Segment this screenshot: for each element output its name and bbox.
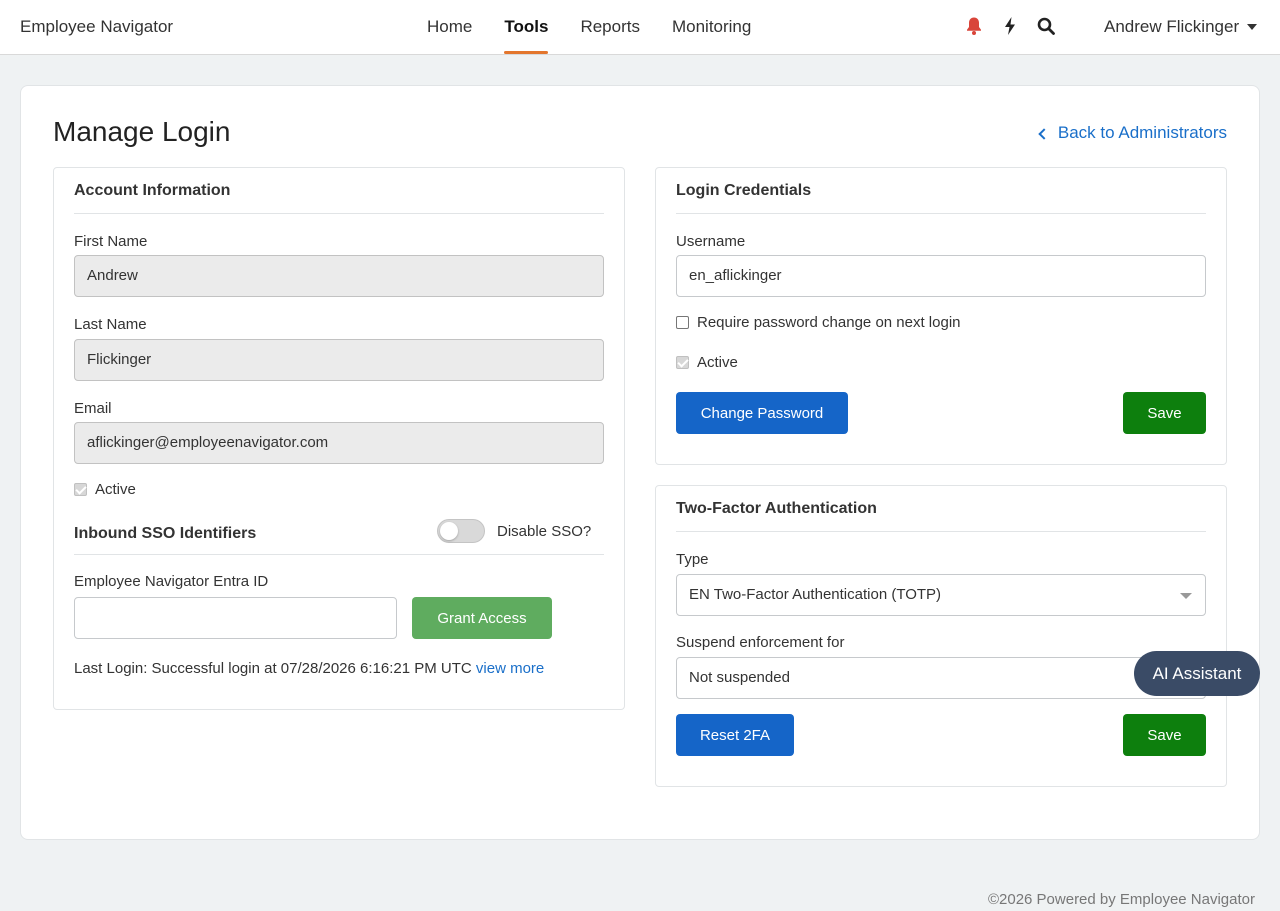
grant-access-button[interactable]: Grant Access (412, 597, 552, 639)
top-navbar: Employee Navigator Home Tools Reports Mo… (0, 0, 1280, 55)
chevron-down-icon (1180, 593, 1192, 599)
two-factor-type-select[interactable]: EN Two-Factor Authentication (TOTP) (676, 574, 1206, 616)
first-name-label: First Name (74, 233, 148, 250)
view-more-link[interactable]: view more (476, 660, 544, 677)
require-password-change-checkbox[interactable]: Require password change on next login (676, 314, 961, 331)
divider (74, 554, 604, 555)
divider (676, 213, 1206, 214)
bell-icon[interactable] (964, 15, 984, 37)
username-label: Username (676, 233, 746, 250)
active-label: Active (697, 354, 738, 371)
email-field[interactable]: aflickinger@employeenavigator.com (74, 422, 604, 464)
require-password-change-label: Require password change on next login (697, 314, 961, 331)
panel-title: Account Information (74, 182, 231, 199)
nav-reports[interactable]: Reports (580, 0, 640, 55)
checkbox-box (676, 316, 689, 329)
checkbox-box (74, 483, 87, 496)
save-credentials-button[interactable]: Save (1123, 392, 1206, 434)
chevron-left-icon (1038, 127, 1050, 140)
email-label: Email (74, 400, 112, 417)
disable-sso-label: Disable SSO? (497, 523, 592, 540)
two-factor-panel: Two-Factor Authentication Type EN Two-Fa… (655, 485, 1227, 787)
reset-2fa-button[interactable]: Reset 2FA (676, 714, 794, 756)
last-login-info: Last Login: Successful login at 07/28/20… (74, 660, 544, 677)
entra-id-input[interactable] (74, 597, 397, 639)
type-label: Type (676, 551, 709, 568)
user-name: Andrew Flickinger (1104, 17, 1240, 36)
panel-title: Login Credentials (676, 182, 812, 199)
checkbox-box (676, 356, 689, 369)
nav-tools[interactable]: Tools (504, 0, 549, 55)
user-menu[interactable]: Andrew Flickinger (1104, 17, 1258, 37)
main-nav: Home Tools Reports Monitoring (427, 0, 783, 55)
back-link-label: Back to Administrators (1057, 123, 1227, 142)
back-to-administrators-link[interactable]: Back to Administrators (1038, 123, 1227, 143)
brand-name[interactable]: Employee Navigator (20, 17, 173, 37)
active-label: Active (95, 481, 136, 498)
ai-assistant-button[interactable]: AI Assistant (1134, 651, 1260, 696)
account-active-checkbox[interactable]: Active (74, 481, 136, 498)
page-title: Manage Login (53, 116, 231, 147)
first-name-field[interactable]: Andrew (74, 255, 604, 297)
save-2fa-button[interactable]: Save (1123, 714, 1206, 756)
bolt-icon[interactable] (1000, 15, 1020, 37)
credentials-active-checkbox[interactable]: Active (676, 354, 738, 371)
change-password-button[interactable]: Change Password (676, 392, 848, 434)
login-credentials-panel: Login Credentials Username en_aflickinge… (655, 167, 1227, 465)
suspend-label: Suspend enforcement for (676, 634, 845, 651)
disable-sso-toggle[interactable] (437, 519, 485, 543)
last-name-label: Last Name (74, 316, 147, 333)
toggle-knob (440, 522, 458, 540)
account-information-panel: Account Information First Name Andrew La… (53, 167, 625, 710)
search-icon[interactable] (1036, 15, 1056, 37)
entra-id-label: Employee Navigator Entra ID (74, 573, 269, 590)
username-input[interactable]: en_aflickinger (676, 255, 1206, 297)
sso-section-title: Inbound SSO Identifiers (74, 525, 257, 542)
divider (676, 531, 1206, 532)
last-login-text: Last Login: Successful login at 07/28/20… (74, 660, 472, 677)
footer-text: ©2026 Powered by Employee Navigator (987, 891, 1255, 908)
header-icons (964, 15, 1072, 37)
chevron-down-icon (1247, 24, 1258, 30)
main-card: Manage Login Back to Administrators Acco… (20, 85, 1260, 840)
nav-monitoring[interactable]: Monitoring (672, 0, 751, 55)
nav-home[interactable]: Home (427, 0, 472, 55)
divider (74, 213, 604, 214)
panel-title: Two-Factor Authentication (676, 500, 877, 517)
last-name-field[interactable]: Flickinger (74, 339, 604, 381)
suspend-enforcement-select[interactable]: Not suspended (676, 657, 1206, 699)
